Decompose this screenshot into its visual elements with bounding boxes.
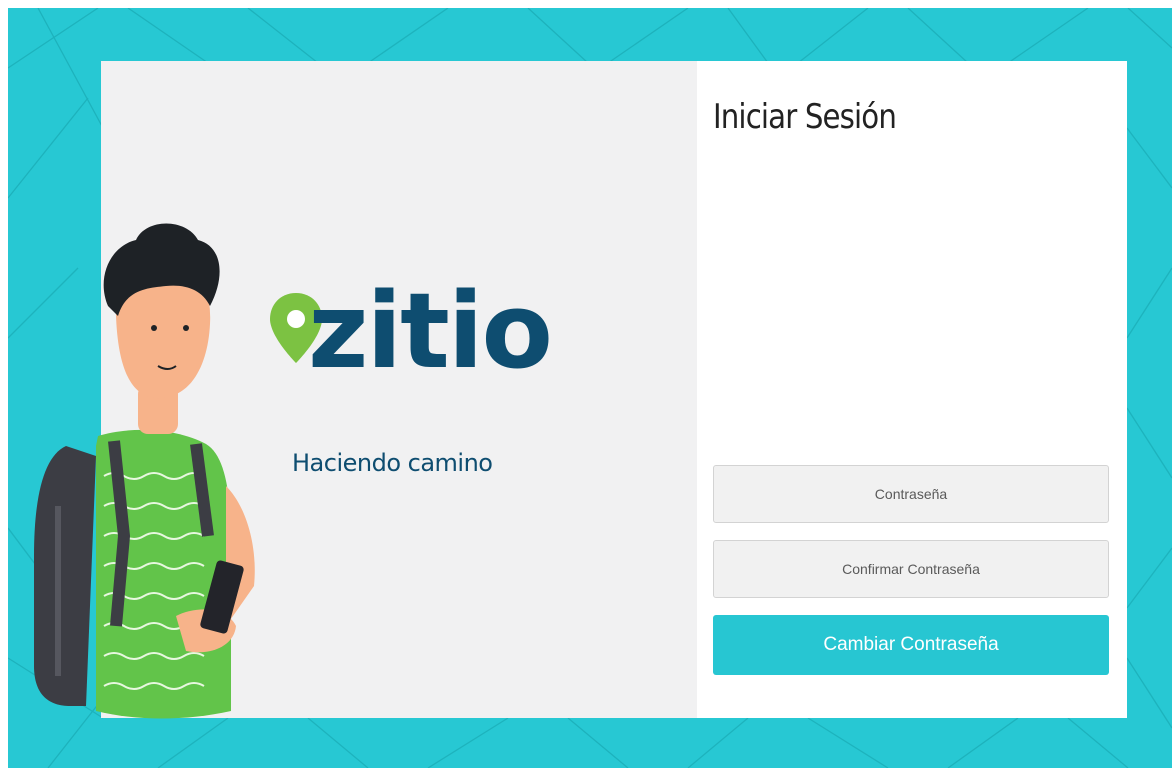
password-input[interactable]	[713, 465, 1109, 523]
confirm-password-input[interactable]	[713, 540, 1109, 598]
page-background: zitio Haciendo camino Iniciar Sesión Cam…	[8, 8, 1172, 768]
login-form-panel: Iniciar Sesión Cambiar Contraseña	[697, 61, 1127, 718]
login-card: zitio Haciendo camino Iniciar Sesión Cam…	[34, 61, 1127, 719]
change-password-button[interactable]: Cambiar Contraseña	[713, 615, 1109, 675]
brand-panel: zitio Haciendo camino	[34, 61, 697, 719]
brand-name: zitio	[308, 270, 553, 392]
page-title: Iniciar Sesión	[713, 97, 897, 137]
brand-tagline: Haciendo camino	[292, 449, 493, 477]
student-illustration	[34, 223, 255, 719]
